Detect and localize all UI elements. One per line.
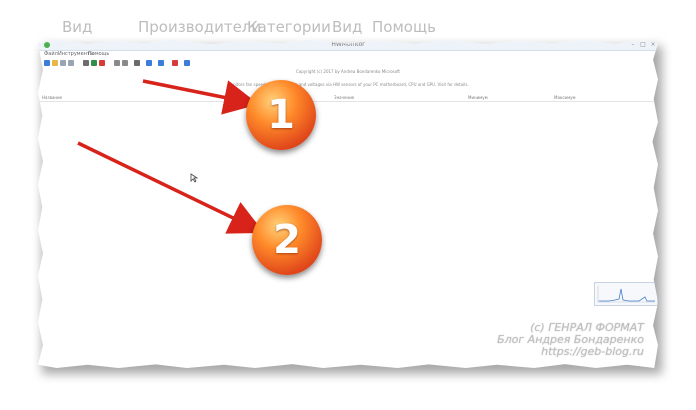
annotation-badge-1: 1 xyxy=(246,80,316,150)
screenshot-stage: Вид Производители Категории Вид Помощь H… xyxy=(0,0,696,410)
watermark: (c) ГЕНРАЛ ФОРМАТ Блог Андрея Бондаренко… xyxy=(497,322,644,358)
arrow-2 xyxy=(77,141,265,234)
watermark-line-3: https://geb-blog.ru xyxy=(541,345,644,358)
arrow-1 xyxy=(142,79,259,115)
annotation-badge-2: 2 xyxy=(252,205,322,275)
